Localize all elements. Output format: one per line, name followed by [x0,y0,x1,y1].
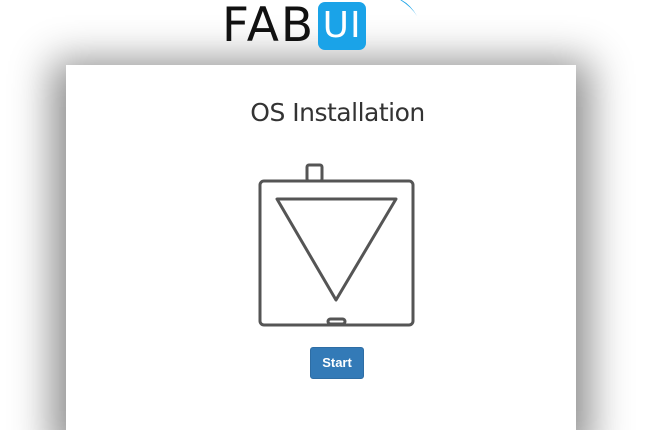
installer-screen: FAB UI OS Installation Start [0,0,650,430]
printer-triangle [275,197,398,302]
printer-icon [258,163,415,327]
logo-swoosh-icon [400,0,417,16]
printer-top-tab [305,163,324,183]
printer-body [258,179,415,327]
start-button[interactable]: Start [310,347,364,379]
fabui-logo: FAB UI [222,0,367,53]
page-title: OS Installation [250,98,425,127]
logo-badge-ui: UI [318,2,367,50]
logo-text-fab: FAB [222,0,316,53]
printer-bottom-slot [326,317,347,326]
